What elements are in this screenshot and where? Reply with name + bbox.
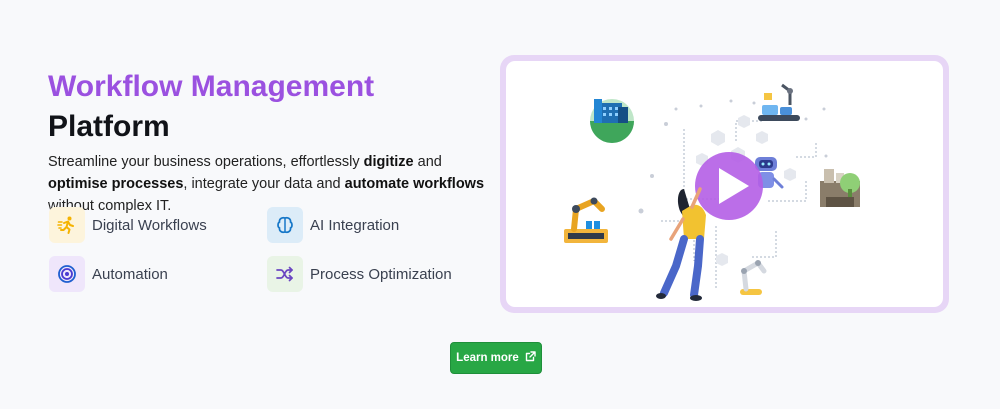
feature-label: Digital Workflows (92, 216, 207, 234)
shuffle-icon (267, 256, 303, 292)
feature-label: AI Integration (310, 216, 400, 234)
feature-label: Process Optimization (310, 265, 452, 283)
desc-text-3: , integrate your data and (183, 176, 345, 192)
desc-text-1: Streamline your business operations, eff… (48, 154, 364, 170)
hero-title-accent: Workflow Management (48, 70, 375, 103)
video-illustration[interactable] (506, 61, 943, 307)
person-illustration (656, 187, 706, 301)
target-icon (49, 256, 85, 292)
feature-label: Automation (92, 265, 168, 283)
desc-bold-digitize: digitize (363, 154, 414, 170)
external-link-icon (525, 351, 536, 365)
learn-more-label: Learn more (456, 352, 519, 364)
desc-bold-automate: automate workflows (344, 176, 485, 192)
building-illustration (590, 99, 634, 143)
brain-icon (267, 207, 303, 243)
small-robot-arm-illustration (740, 260, 767, 295)
play-icon (695, 152, 763, 220)
conveyor-illustration (758, 83, 800, 121)
feature-automation: Automation (49, 256, 168, 292)
factory-illustration (820, 169, 860, 207)
robot-arm-illustration (564, 197, 608, 243)
hero-title: Platform (48, 110, 170, 143)
desc-bold-optimise: optimise processes (48, 176, 184, 192)
video-card[interactable] (500, 55, 949, 313)
feature-process-optimization: Process Optimization (267, 256, 452, 292)
learn-more-button[interactable]: Learn more (450, 342, 542, 374)
feature-digital-workflows: Digital Workflows (49, 207, 207, 243)
workflow-illustration (564, 83, 860, 301)
running-person-icon (49, 207, 85, 243)
hero-section: Workflow Management Platform Streamline … (0, 0, 1000, 409)
desc-text-2: and (413, 154, 442, 170)
feature-ai-integration: AI Integration (267, 207, 399, 243)
